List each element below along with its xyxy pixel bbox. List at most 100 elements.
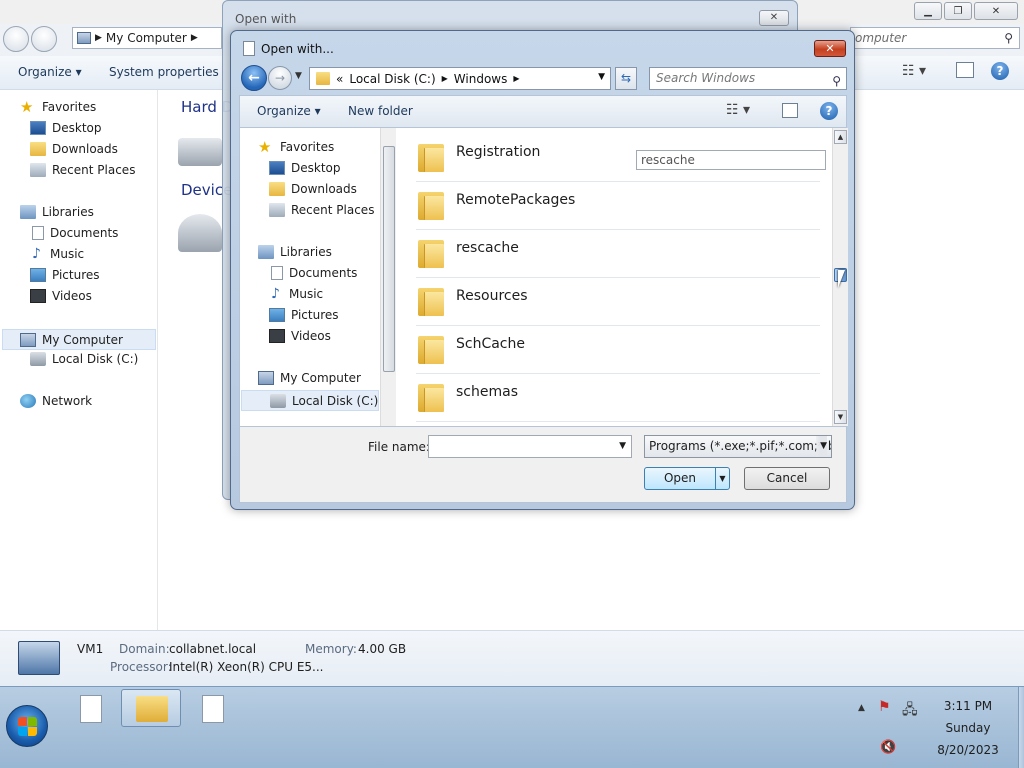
file-list: Registration RemotePackages rescache Resour…: [398, 128, 832, 426]
sidebar-item-my-computer[interactable]: My Computer: [258, 371, 361, 385]
sidebar-item-music[interactable]: ♪ Music: [271, 287, 323, 301]
file-name-input[interactable]: ▼: [428, 435, 632, 458]
folder-icon: [418, 240, 444, 268]
document-icon: [243, 41, 255, 56]
history-dropdown-icon[interactable]: ▼: [295, 71, 302, 81]
file-row[interactable]: RemotePackages: [416, 182, 820, 230]
sidebar-item-libraries[interactable]: Libraries: [20, 205, 94, 219]
show-hidden-icons-arrow[interactable]: ▲: [858, 703, 865, 713]
sidebar-item-videos[interactable]: Videos: [30, 289, 92, 303]
computer-icon: [18, 641, 60, 675]
sidebar-label: Local Disk (C:): [52, 352, 139, 366]
sidebar-label: Local Disk (C:): [292, 393, 379, 408]
open-button[interactable]: Open ▼: [644, 467, 730, 490]
sidebar-item-desktop[interactable]: Desktop: [30, 121, 102, 135]
sidebar-item-downloads[interactable]: Downloads: [30, 142, 118, 156]
back-button[interactable]: [3, 26, 29, 52]
libraries-icon: [20, 205, 36, 219]
organize-button[interactable]: Organize ▾: [257, 104, 321, 118]
maximize-button[interactable]: ❐: [944, 2, 972, 20]
star-icon: ★: [20, 98, 34, 116]
sidebar-item-recent-places[interactable]: Recent Places: [269, 203, 374, 217]
recent-places-icon: [30, 163, 46, 177]
taskbar-item-document[interactable]: [60, 689, 120, 727]
scroll-up-arrow[interactable]: ▲: [834, 130, 847, 144]
sidebar-item-network[interactable]: Network: [20, 394, 92, 408]
breadcrumb-overflow[interactable]: «: [336, 72, 343, 86]
back-button[interactable]: ←: [241, 65, 267, 91]
address-bar[interactable]: « Local Disk (C:) ▶ Windows ▶ ▼: [309, 67, 611, 90]
view-options-icon[interactable]: ☷ ▾: [902, 63, 926, 79]
clock-time[interactable]: 3:11 PM: [920, 699, 1016, 713]
sidebar-item-music[interactable]: ♪ Music: [32, 247, 84, 261]
address-bar[interactable]: ▶ My Computer ▶: [72, 27, 222, 49]
action-center-flag-icon[interactable]: ⚑: [878, 699, 891, 715]
scrollbar-thumb[interactable]: [383, 146, 395, 372]
sidebar-item-my-computer[interactable]: My Computer: [2, 329, 156, 350]
view-options-icon[interactable]: ☷ ▾: [726, 102, 750, 118]
taskbar-item-document[interactable]: [182, 689, 242, 727]
forward-button[interactable]: →: [268, 66, 292, 90]
sidebar-label: Pictures: [291, 308, 339, 322]
sidebar-item-favorites[interactable]: ★ Favorites: [258, 140, 334, 155]
volume-muted-icon[interactable]: 🔇: [880, 740, 896, 755]
hard-disk-icon[interactable]: [178, 138, 222, 166]
new-folder-button[interactable]: New folder: [348, 104, 413, 118]
sidebar-item-documents[interactable]: Documents: [271, 266, 357, 280]
sidebar-item-libraries[interactable]: Libraries: [258, 245, 332, 259]
system-properties-button[interactable]: System properties: [109, 65, 219, 79]
network-status-icon[interactable]: 🖧: [902, 699, 918, 723]
sidebar-item-desktop[interactable]: Desktop: [269, 161, 341, 175]
taskbar-item-explorer[interactable]: [121, 689, 181, 727]
chevron-down-icon[interactable]: ▼: [598, 72, 605, 82]
dialog-close-button[interactable]: ✕: [814, 40, 846, 57]
open-with-close-button[interactable]: ✕: [759, 10, 789, 26]
clock-day[interactable]: Sunday: [920, 721, 1016, 735]
open-dropdown-arrow[interactable]: ▼: [715, 468, 729, 489]
help-icon[interactable]: ?: [991, 62, 1009, 80]
breadcrumb-local-disk[interactable]: Local Disk (C:): [349, 72, 435, 86]
sidebar-item-pictures[interactable]: Pictures: [30, 268, 100, 282]
refresh-button[interactable]: ⇆: [615, 67, 637, 90]
breadcrumb-windows[interactable]: Windows: [454, 72, 508, 86]
scroll-down-arrow[interactable]: ▼: [834, 410, 847, 424]
preview-pane-icon[interactable]: [782, 103, 798, 118]
rename-input[interactable]: rescache: [636, 150, 826, 170]
sidebar-item-local-disk[interactable]: Local Disk (C:): [30, 352, 138, 366]
chevron-right-icon[interactable]: ▶: [442, 74, 448, 83]
file-row[interactable]: rescache: [416, 230, 820, 278]
minimize-button[interactable]: ▁: [914, 2, 942, 20]
open-with-title: Open with: [235, 12, 297, 26]
search-input[interactable]: omputer ⚲: [850, 27, 1020, 49]
sidebar-item-documents[interactable]: Documents: [32, 226, 118, 240]
file-row[interactable]: Resources: [416, 278, 820, 326]
file-type-select[interactable]: Programs (*.exe;*.pif;*.com;*.bat;*.cmd)…: [644, 435, 832, 458]
organize-button[interactable]: Organize ▾: [18, 65, 82, 79]
search-input[interactable]: Search Windows ⚲: [649, 67, 847, 90]
sidebar-item-videos[interactable]: Videos: [269, 329, 331, 343]
help-icon[interactable]: ?: [820, 102, 838, 120]
preview-pane-icon[interactable]: [956, 62, 974, 78]
cancel-button[interactable]: Cancel: [744, 467, 830, 490]
chevron-down-icon[interactable]: ▼: [619, 441, 626, 451]
sidebar-item-favorites[interactable]: ★ Favorites: [20, 98, 96, 116]
sidebar-item-pictures[interactable]: Pictures: [269, 308, 339, 322]
file-name: Resources: [456, 288, 528, 304]
chevron-right-icon[interactable]: ▶: [513, 74, 519, 83]
show-desktop-button[interactable]: [1018, 687, 1024, 768]
sidebar-label: My Computer: [42, 332, 123, 347]
chevron-down-icon[interactable]: ▼: [816, 436, 827, 457]
start-button[interactable]: [6, 705, 48, 747]
forward-button[interactable]: [31, 26, 57, 52]
sidebar-item-downloads[interactable]: Downloads: [269, 182, 357, 196]
sidebar-label: Downloads: [52, 142, 118, 156]
clock-date[interactable]: 8/20/2023: [920, 743, 1016, 757]
navigation-pane-scrollbar[interactable]: [380, 128, 396, 426]
file-row[interactable]: SchCache: [416, 326, 820, 374]
music-icon: ♪: [271, 286, 280, 302]
file-row[interactable]: schemas: [416, 374, 820, 422]
sidebar-item-recent-places[interactable]: Recent Places: [30, 163, 135, 177]
close-button[interactable]: ✕: [974, 2, 1018, 20]
dvd-drive-icon[interactable]: [178, 214, 222, 252]
sidebar-item-local-disk[interactable]: Local Disk (C:): [241, 390, 379, 411]
